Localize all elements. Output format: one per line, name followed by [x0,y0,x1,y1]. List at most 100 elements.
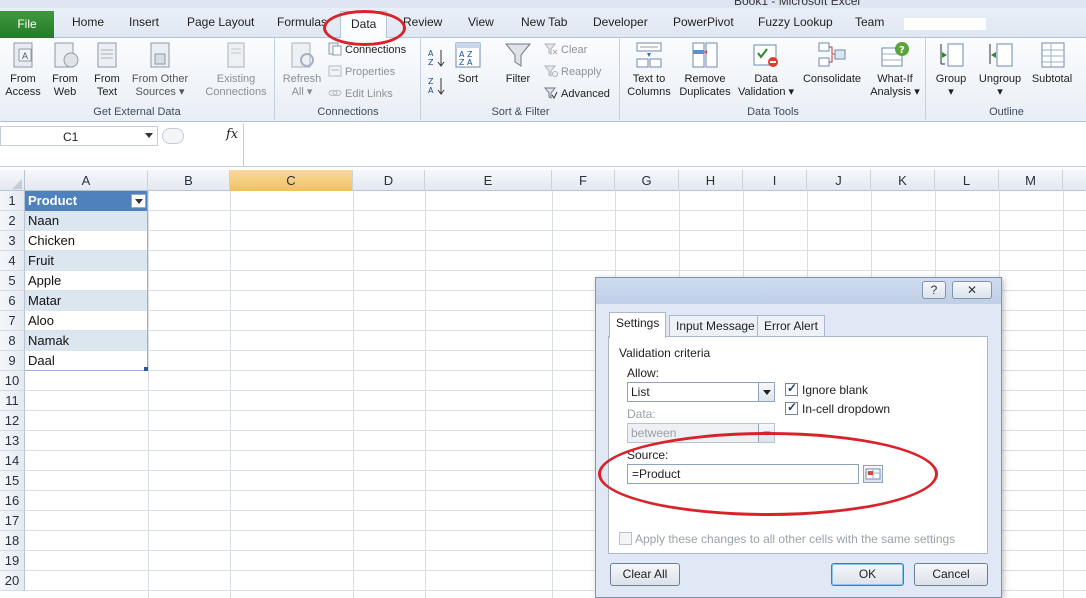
column-header-g[interactable]: G [615,170,679,191]
help-button[interactable]: ? [922,281,946,299]
chevron-down-icon[interactable] [758,383,774,401]
insert-function-icon[interactable]: fx [226,127,238,142]
row-header[interactable]: 13 [0,431,25,451]
column-header-a[interactable]: A [25,170,148,191]
from-web-button[interactable]: From Web [46,40,84,99]
clear-filter-button[interactable]: Clear [544,42,587,56]
filter-dropdown-button[interactable] [131,194,146,208]
properties-button[interactable]: Properties [328,64,395,78]
advanced-filter-button[interactable]: Advanced [544,86,610,100]
data-validation-button[interactable]: Data Validation ▾ [737,40,795,99]
tab-powerpivot[interactable]: PowerPivot [673,15,734,29]
remove-duplicates-button[interactable]: Remove Duplicates [677,40,733,99]
sort-z-to-a-button[interactable]: ZA [428,76,446,99]
tab-page-layout[interactable]: Page Layout [187,15,254,29]
tab-view[interactable]: View [468,15,494,29]
reapply-button[interactable]: Reapply [544,64,601,78]
table-cell[interactable]: Namak [25,331,148,351]
chevron-down-icon[interactable] [145,133,153,138]
consolidate-button[interactable]: Consolidate [799,40,865,86]
table-cell[interactable]: Apple [25,271,148,291]
row-header[interactable]: 4 [0,251,25,271]
row-header[interactable]: 11 [0,391,25,411]
column-header-e[interactable]: E [425,170,552,191]
from-text-button[interactable]: From Text [88,40,126,99]
cancel-button[interactable]: Cancel [914,563,988,586]
tab-fuzzy-lookup[interactable]: Fuzzy Lookup [758,15,833,29]
table-header-cell[interactable]: Product [25,191,148,211]
ignore-blank-checkbox[interactable] [785,381,798,396]
tab-file[interactable]: File [0,11,54,38]
ungroup-button[interactable]: Ungroup ▾ [975,40,1025,99]
row-header[interactable]: 5 [0,271,25,291]
row-header[interactable]: 6 [0,291,25,311]
column-header-c[interactable]: C [230,170,353,191]
table-cell[interactable]: Daal [25,351,148,371]
column-header-l[interactable]: L [935,170,999,191]
column-header-i[interactable]: I [743,170,807,191]
tab-review[interactable]: Review [403,15,442,29]
close-button[interactable]: ✕ [952,281,992,299]
allow-select[interactable]: List [627,382,775,402]
sort-a-to-z-button[interactable]: AZ [428,48,446,71]
row-header[interactable]: 8 [0,331,25,351]
row-header[interactable]: 2 [0,211,25,231]
edit-links-button[interactable]: Edit Links [328,86,393,100]
row-header[interactable]: 17 [0,511,25,531]
filter-button[interactable]: Filter [498,40,538,86]
existing-connections-button[interactable]: Existing Connections [200,40,272,99]
column-header-d[interactable]: D [353,170,425,191]
column-header-f[interactable]: F [552,170,615,191]
tab-settings[interactable]: Settings [609,312,667,338]
in-cell-dropdown-checkbox[interactable] [785,400,798,415]
table-cell[interactable]: Matar [25,291,148,311]
subtotal-button[interactable]: Subtotal [1027,40,1077,86]
ok-button[interactable]: OK [831,563,904,586]
row-header[interactable]: 7 [0,311,25,331]
row-header[interactable]: 12 [0,411,25,431]
group-button[interactable]: Group ▾ [929,40,973,99]
from-other-sources-button[interactable]: From Other Sources ▾ [128,40,192,99]
clear-all-button[interactable]: Clear All [610,563,680,586]
dialog-title-bar[interactable]: ? ✕ [596,278,1001,304]
row-header[interactable]: 14 [0,451,25,471]
column-header-k[interactable]: K [871,170,935,191]
formula-bar-resize-handle[interactable] [162,128,184,144]
table-cell[interactable]: Aloo [25,311,148,331]
name-box[interactable]: C1 [0,126,158,146]
row-header[interactable]: 15 [0,471,25,491]
tab-team[interactable]: Team [855,15,884,29]
remove-duplicates-label: Remove Duplicates [679,73,731,98]
row-header[interactable]: 3 [0,231,25,251]
table-cell[interactable]: Naan [25,211,148,231]
tab-error-alert[interactable]: Error Alert [757,315,826,337]
refresh-all-button[interactable]: Refresh All ▾ [280,40,324,99]
column-header-j[interactable]: J [807,170,871,191]
column-header-m[interactable]: M [999,170,1063,191]
text-to-columns-button[interactable]: Text to Columns [625,40,673,99]
sort-button[interactable]: A ZZ A Sort [450,40,486,86]
table-cell[interactable]: Chicken [25,231,148,251]
select-all-button[interactable] [0,170,25,191]
row-header[interactable]: 9 [0,351,25,371]
tab-new-tab[interactable]: New Tab [521,15,567,29]
row-header[interactable]: 18 [0,531,25,551]
row-header[interactable]: 19 [0,551,25,571]
tab-formulas[interactable]: Formulas [277,15,327,29]
row-header[interactable]: 10 [0,371,25,391]
allow-label: Allow: [627,366,660,380]
row-header[interactable]: 16 [0,491,25,511]
table-cell[interactable]: Fruit [25,251,148,271]
column-header-b[interactable]: B [148,170,230,191]
column-header-h[interactable]: H [679,170,743,191]
tab-input-message[interactable]: Input Message [669,315,762,337]
tab-developer[interactable]: Developer [593,15,648,29]
row-header[interactable]: 1 [0,191,25,211]
clear-label: Clear [561,44,588,56]
row-header[interactable]: 20 [0,571,25,591]
tab-insert[interactable]: Insert [129,15,159,29]
what-if-analysis-button[interactable]: ? What-If Analysis ▾ [869,40,921,99]
table-resize-handle[interactable] [144,367,148,371]
tab-home[interactable]: Home [72,15,104,29]
from-access-button[interactable]: A From Access [4,40,42,99]
